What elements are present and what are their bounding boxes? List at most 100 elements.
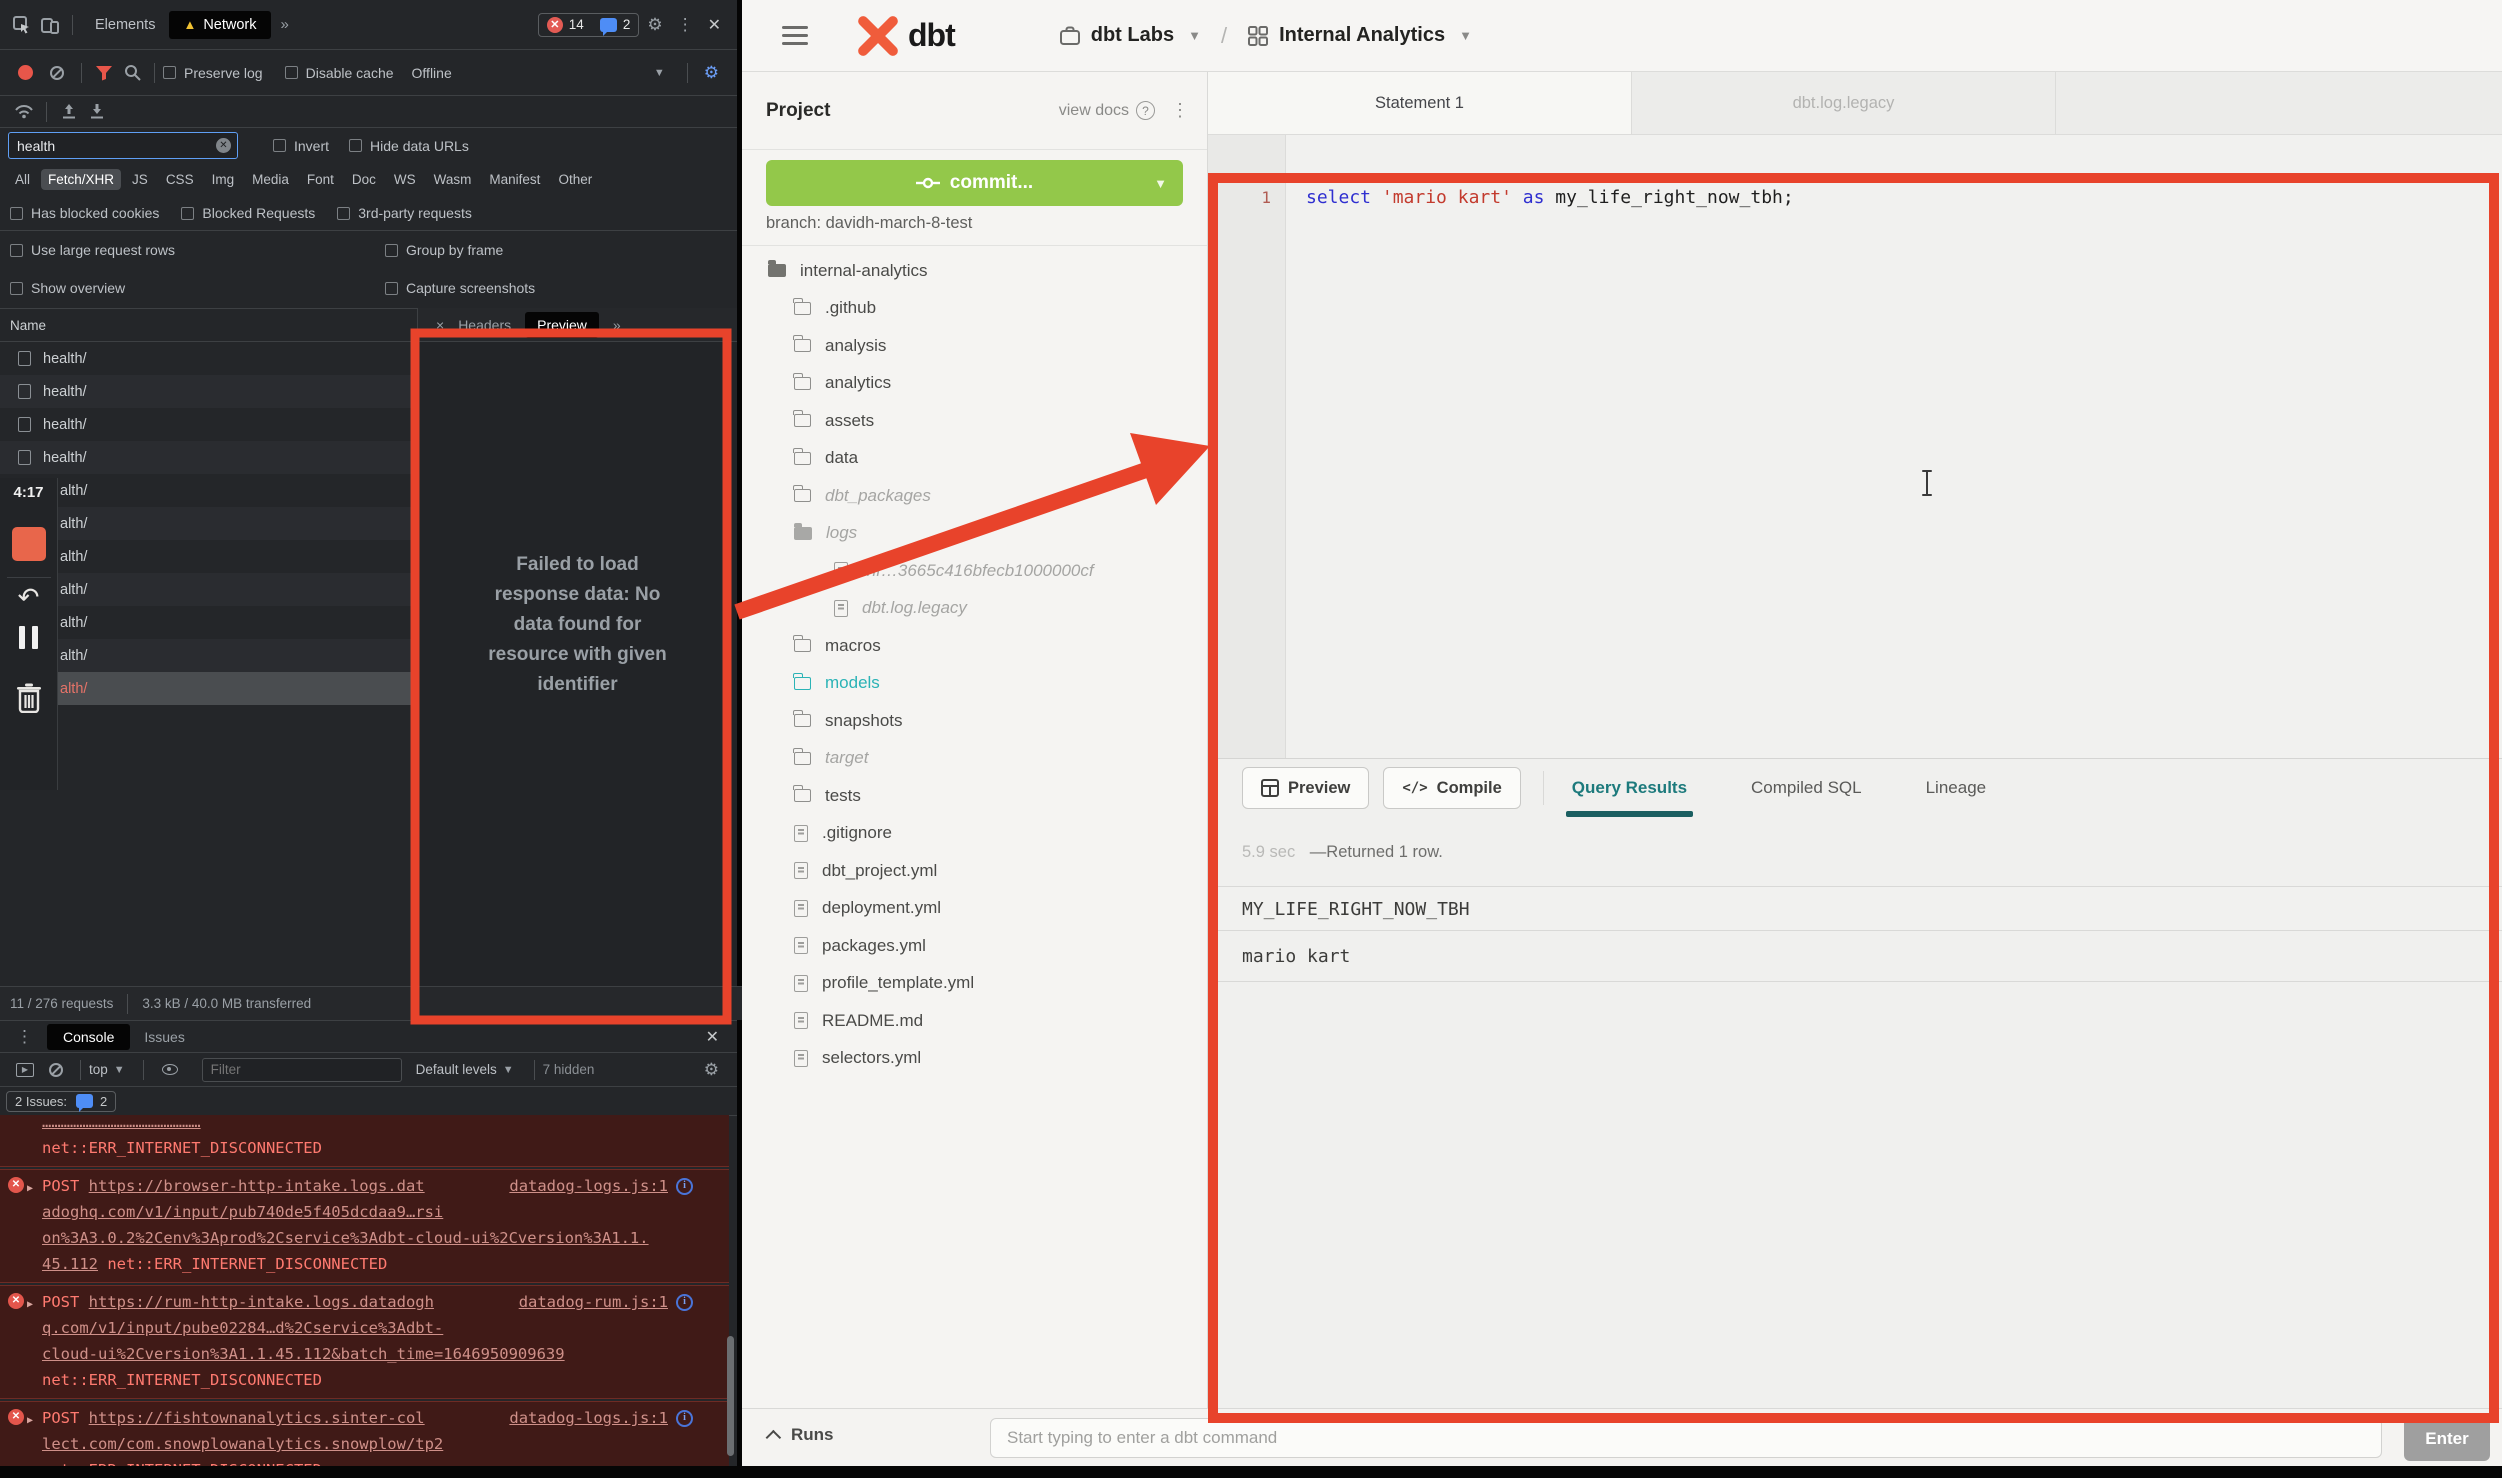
dbt-command-input[interactable] bbox=[990, 1418, 2382, 1458]
view-docs-link[interactable]: view docs ? bbox=[1059, 101, 1155, 120]
close-console-icon[interactable]: ✕ bbox=[698, 1027, 727, 1047]
close-devtools-icon[interactable]: ✕ bbox=[700, 15, 729, 35]
request-row[interactable]: alth/ bbox=[0, 606, 417, 639]
show-overview-checkbox[interactable]: Show overview bbox=[10, 280, 125, 296]
context-select[interactable]: top bbox=[89, 1062, 108, 1077]
filter-funnel-icon[interactable] bbox=[90, 59, 118, 87]
error-url[interactable]: cloud-ui%2Cversion%3A1.1.45.112&batch_ti… bbox=[42, 1345, 565, 1363]
export-har-icon[interactable] bbox=[83, 98, 111, 126]
request-row[interactable]: alth/ bbox=[0, 573, 417, 606]
error-url[interactable]: q.com/v1/input/pube02284…d%2Cservice%3Ad… bbox=[42, 1319, 443, 1337]
tree-item-readme-md[interactable]: README.md bbox=[742, 1002, 1207, 1040]
import-har-icon[interactable] bbox=[55, 98, 83, 126]
search-icon[interactable] bbox=[118, 59, 146, 87]
network-filter-input[interactable] bbox=[8, 132, 238, 159]
request-row[interactable]: alth/ bbox=[0, 540, 417, 573]
error-issue-badges[interactable]: ✕ 14 2 bbox=[538, 13, 640, 37]
invert-checkbox[interactable]: Invert bbox=[273, 138, 329, 154]
error-url[interactable]: on%3A3.0.2%2Cenv%3Aprod%2Cservice%3Adbt-… bbox=[42, 1229, 649, 1247]
editor-tab-statement-1[interactable]: Statement 1 bbox=[1208, 72, 1632, 134]
tree-item-selectors-yml[interactable]: selectors.yml bbox=[742, 1040, 1207, 1078]
settings-gear-icon[interactable]: ⚙ bbox=[639, 15, 670, 35]
delete-recording-icon[interactable] bbox=[16, 683, 42, 718]
expand-icon[interactable]: ▶ bbox=[27, 1408, 33, 1434]
tree-item-gitignore[interactable]: .gitignore bbox=[742, 815, 1207, 853]
project-kebab-icon[interactable]: ⋮ bbox=[1171, 100, 1189, 121]
tab-network[interactable]: ▲ Network bbox=[169, 11, 270, 39]
tree-item-dbt-log-legacy[interactable]: dbt.log.legacy bbox=[742, 590, 1207, 628]
tree-item-snapshots[interactable]: snapshots bbox=[742, 702, 1207, 740]
type-filter-fetch-xhr[interactable]: Fetch/XHR bbox=[41, 169, 121, 190]
console-filter-input[interactable] bbox=[202, 1058, 402, 1082]
close-detail-icon[interactable]: × bbox=[436, 317, 444, 333]
console-sidebar-icon[interactable]: ▶ bbox=[16, 1063, 34, 1077]
tab-preview[interactable]: Preview bbox=[525, 312, 599, 338]
chevron-down-icon[interactable]: ▼ bbox=[1154, 176, 1167, 191]
chevron-down-icon[interactable]: ▼ bbox=[654, 67, 665, 79]
request-row[interactable]: health/ bbox=[0, 441, 417, 474]
tree-item-models[interactable]: models bbox=[742, 665, 1207, 703]
results-tab-query-results[interactable]: Query Results bbox=[1566, 759, 1693, 817]
compile-button[interactable]: </> Compile bbox=[1383, 767, 1520, 809]
error-url[interactable]: https://fishtownanalytics.sinter-col bbox=[89, 1409, 425, 1427]
tab-console[interactable]: Console bbox=[47, 1024, 130, 1050]
error-url[interactable]: 45.112 bbox=[42, 1255, 98, 1273]
request-row[interactable]: alth/ bbox=[0, 507, 417, 540]
capture-screenshots-checkbox[interactable]: Capture screenshots bbox=[385, 280, 535, 296]
third-party-requests-checkbox[interactable]: 3rd-party requests bbox=[337, 205, 472, 221]
type-filter-all[interactable]: All bbox=[8, 169, 37, 190]
throttling-select[interactable]: Offline bbox=[412, 65, 452, 81]
log-levels-select[interactable]: Default levels bbox=[416, 1062, 497, 1077]
tree-item-github[interactable]: .github bbox=[742, 290, 1207, 328]
type-filter-font[interactable]: Font bbox=[300, 169, 341, 190]
pause-recording-icon[interactable] bbox=[19, 626, 38, 649]
restart-recording-icon[interactable]: ↶ bbox=[18, 584, 40, 610]
tab-elements[interactable]: Elements bbox=[81, 11, 169, 39]
expand-icon[interactable]: ▶ bbox=[27, 1176, 33, 1202]
tree-item-internal-analytics[interactable]: internal-analytics bbox=[742, 252, 1207, 290]
tree-item-packages-yml[interactable]: packages.yml bbox=[742, 927, 1207, 965]
disable-cache-checkbox[interactable]: Disable cache bbox=[285, 65, 394, 81]
request-row[interactable]: health/ bbox=[0, 375, 417, 408]
enter-button[interactable]: Enter bbox=[2404, 1417, 2490, 1461]
source-link[interactable]: datadog-logs.js:1 bbox=[509, 1173, 668, 1199]
expand-icon[interactable]: ▶ bbox=[27, 1292, 33, 1318]
sql-editor[interactable]: 1 select 'mario kart' as my_life_right_n… bbox=[1208, 135, 2502, 830]
request-row[interactable]: alth/ bbox=[0, 672, 417, 705]
hidden-messages-count[interactable]: 7 hidden bbox=[543, 1062, 595, 1077]
tree-item-dbt-packages[interactable]: dbt_packages bbox=[742, 477, 1207, 515]
tree-item-deployment-yml[interactable]: deployment.yml bbox=[742, 890, 1207, 928]
inspect-element-icon[interactable] bbox=[8, 11, 36, 39]
source-link[interactable]: datadog-rum.js:1 bbox=[519, 1289, 668, 1315]
tree-item-macros[interactable]: macros bbox=[742, 627, 1207, 665]
network-conditions-gear-icon[interactable]: ⚙ bbox=[696, 63, 727, 83]
tree-item-analytics[interactable]: analytics bbox=[742, 365, 1207, 403]
type-filter-img[interactable]: Img bbox=[205, 169, 242, 190]
type-filter-media[interactable]: Media bbox=[245, 169, 296, 190]
clear-network-icon[interactable] bbox=[50, 66, 64, 80]
results-row[interactable]: mario kart bbox=[1208, 931, 2502, 982]
console-scrollbar[interactable] bbox=[727, 1336, 734, 1456]
commit-button[interactable]: commit... ▼ bbox=[766, 160, 1183, 206]
dbt-logo[interactable]: dbt bbox=[856, 16, 955, 56]
device-toolbar-icon[interactable] bbox=[36, 11, 64, 39]
blocked-requests-checkbox[interactable]: Blocked Requests bbox=[181, 205, 315, 221]
network-conditions-icon[interactable] bbox=[10, 98, 38, 126]
clear-filter-icon[interactable]: ✕ bbox=[216, 138, 231, 153]
type-filter-css[interactable]: CSS bbox=[159, 169, 201, 190]
request-row[interactable]: alth/ bbox=[0, 474, 417, 507]
record-icon[interactable] bbox=[18, 65, 33, 80]
preserve-log-checkbox[interactable]: Preserve log bbox=[163, 65, 263, 81]
more-detail-tabs-icon[interactable]: » bbox=[613, 317, 621, 333]
tree-item-logs[interactable]: logs bbox=[742, 515, 1207, 553]
type-filter-other[interactable]: Other bbox=[551, 169, 599, 190]
error-url[interactable]: …………………………………………… bbox=[42, 1115, 201, 1131]
type-filter-js[interactable]: JS bbox=[125, 169, 155, 190]
account-select[interactable]: dbt Labs bbox=[1091, 24, 1174, 47]
runs-toggle[interactable]: Runs bbox=[770, 1425, 834, 1445]
tree-item-target[interactable]: target bbox=[742, 740, 1207, 778]
has-blocked-cookies-checkbox[interactable]: Has blocked cookies bbox=[10, 205, 159, 221]
type-filter-doc[interactable]: Doc bbox=[345, 169, 383, 190]
stop-recording-button[interactable] bbox=[12, 527, 46, 561]
tree-item-dbt-project-yml[interactable]: dbt_project.yml bbox=[742, 852, 1207, 890]
